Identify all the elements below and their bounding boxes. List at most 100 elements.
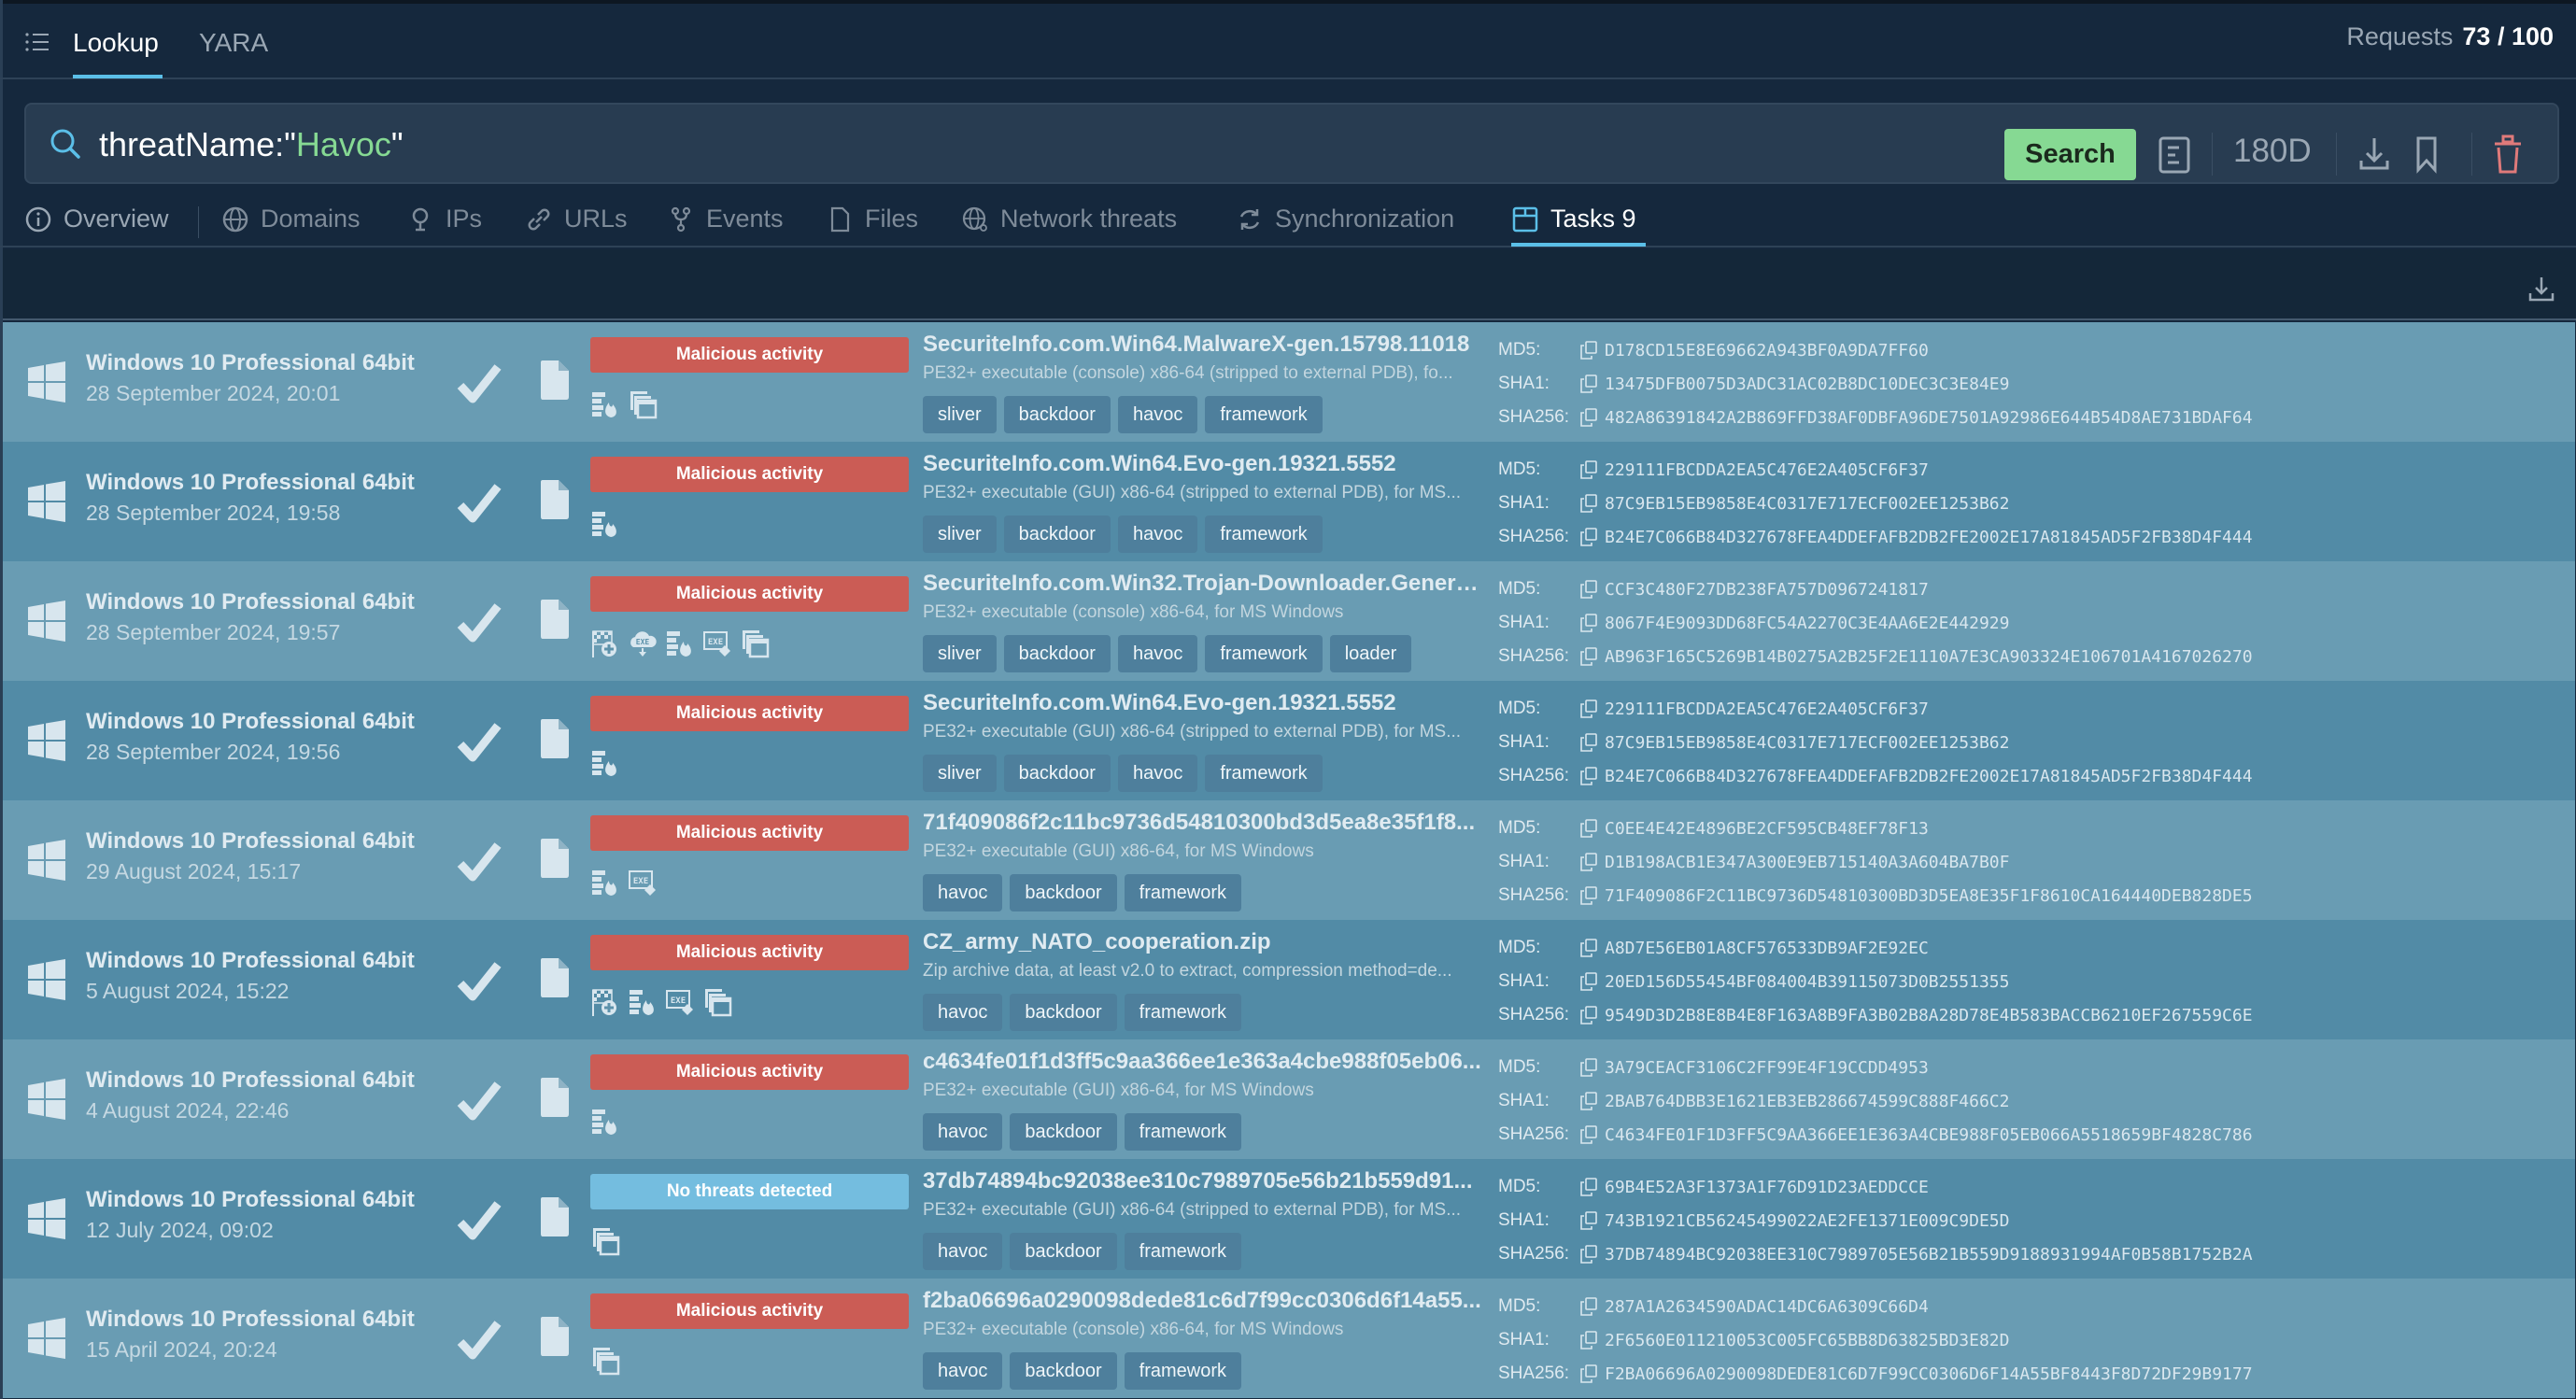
copy-icon[interactable] (1580, 1006, 1597, 1025)
task-row[interactable]: Windows 10 Professional 64bit 28 Septemb… (3, 442, 2575, 561)
copy-icon[interactable] (1580, 1297, 1597, 1316)
hash-value[interactable]: 3A79CEACF3106C2FF99E4F19CCDD4953 (1605, 1058, 1929, 1078)
copy-icon[interactable] (1580, 647, 1597, 666)
file-name[interactable]: c4634fe01f1d3ff5c9aa366ee1e363a4cbe988f0… (923, 1049, 1483, 1075)
task-row[interactable]: Windows 10 Professional 64bit 29 August … (3, 800, 2575, 920)
tag[interactable]: sliver (923, 635, 997, 672)
search-button[interactable]: Search (2004, 129, 2136, 180)
tag[interactable]: havoc (923, 1352, 1003, 1390)
tab-synchronization[interactable]: Synchronization (1236, 205, 1454, 233)
tag[interactable]: backdoor (1010, 874, 1117, 911)
hash-value[interactable]: 482A86391842A2B869FFD38AF0DBFA96DE7501A9… (1605, 408, 2253, 428)
copy-icon[interactable] (1580, 1125, 1597, 1144)
copy-icon[interactable] (1580, 1211, 1597, 1230)
copy-icon[interactable] (1580, 733, 1597, 752)
tag[interactable]: sliver (923, 755, 997, 792)
tab-urls[interactable]: URLs (525, 205, 628, 233)
tag[interactable]: loader (1329, 635, 1412, 672)
hash-value[interactable]: 71F409086F2C11BC9736D54810300BD3D5EA8E35… (1605, 886, 2253, 906)
tab-tasks[interactable]: Tasks 9 (1511, 205, 1636, 233)
tag[interactable]: backdoor (1010, 1352, 1117, 1390)
tag[interactable]: framework (1124, 994, 1242, 1031)
hash-value[interactable]: 9549D3D2B8E8B4E8F163A8B9FA3B02B8A28D78E4… (1605, 1006, 2253, 1025)
tab-ips[interactable]: IPs (406, 205, 482, 233)
hash-value[interactable]: 87C9EB15EB9858E4C0317E717ECF002EE1253B62 (1605, 733, 2009, 753)
copy-icon[interactable] (1580, 528, 1597, 546)
copy-icon[interactable] (1580, 1092, 1597, 1110)
copy-icon[interactable] (1580, 939, 1597, 957)
tag[interactable]: sliver (923, 396, 997, 433)
tab-network-threats[interactable]: Network threats (961, 205, 1177, 233)
period-selector[interactable]: 180D (2233, 133, 2312, 170)
task-row[interactable]: Windows 10 Professional 64bit 5 August 2… (3, 920, 2575, 1039)
copy-icon[interactable] (1580, 374, 1597, 393)
hash-value[interactable]: B24E7C066B84D327678FEA4DDEFAFB2DB2FE2002… (1605, 767, 2253, 786)
hash-value[interactable]: CCF3C480F27DB238FA757D0967241817 (1605, 580, 1929, 600)
bookmark-icon[interactable] (2413, 131, 2441, 177)
tag[interactable]: framework (1205, 635, 1323, 672)
tab-overview[interactable]: Overview (24, 205, 169, 233)
copy-icon[interactable] (1580, 494, 1597, 513)
copy-icon[interactable] (1580, 460, 1597, 479)
file-name[interactable]: CZ_army_NATO_cooperation.zip (923, 929, 1483, 955)
file-name[interactable]: 37db74894bc92038ee310c7989705e56b21b559d… (923, 1168, 1483, 1194)
menu-list-icon[interactable] (25, 32, 50, 52)
hash-value[interactable]: D1B198ACB1E347A300E9EB715140A3A604BA7B0F (1605, 853, 2009, 872)
hash-value[interactable]: B24E7C066B84D327678FEA4DDEFAFB2DB2FE2002… (1605, 528, 2253, 547)
tag[interactable]: framework (1124, 1233, 1242, 1270)
copy-icon[interactable] (1580, 408, 1597, 427)
hash-value[interactable]: 229111FBCDDA2EA5C476E2A405CF6F37 (1605, 460, 1929, 480)
hash-value[interactable]: 69B4E52A3F1373A1F76D91D23AEDDCCE (1605, 1178, 1929, 1197)
task-row[interactable]: Windows 10 Professional 64bit 12 July 20… (3, 1159, 2575, 1279)
copy-icon[interactable] (1580, 1364, 1597, 1383)
task-row[interactable]: Windows 10 Professional 64bit 4 August 2… (3, 1039, 2575, 1159)
copy-icon[interactable] (1580, 767, 1597, 785)
file-name[interactable]: SecuriteInfo.com.Win64.Evo-gen.19321.555… (923, 451, 1483, 477)
tag[interactable]: havoc (923, 874, 1003, 911)
copy-icon[interactable] (1580, 614, 1597, 632)
file-name[interactable]: SecuriteInfo.com.Win32.Trojan-Downloader… (923, 571, 1483, 597)
copy-icon[interactable] (1580, 1058, 1597, 1077)
search-input[interactable]: threatName:"Havoc" (99, 125, 403, 164)
copy-icon[interactable] (1580, 1178, 1597, 1196)
tab-domains[interactable]: Domains (221, 205, 361, 233)
tab-events[interactable]: Events (667, 205, 784, 233)
tab-yara[interactable]: YARA (199, 28, 268, 58)
tab-lookup[interactable]: Lookup (73, 28, 159, 58)
hash-value[interactable]: 287A1A2634590ADAC14DC6A6309C66D4 (1605, 1297, 1929, 1317)
hash-value[interactable]: C0EE4E42E4896BE2CF595CB48EF78F13 (1605, 819, 1929, 839)
task-row[interactable]: Windows 10 Professional 64bit 28 Septemb… (3, 681, 2575, 800)
tag[interactable]: havoc (1117, 755, 1198, 792)
hash-value[interactable]: D178CD15E8E69662A943BF0A9DA7FF60 (1605, 341, 1929, 360)
copy-icon[interactable] (1580, 700, 1597, 718)
hash-value[interactable]: 2BAB764DBB3E1621EB3EB286674599C888F466C2 (1605, 1092, 2009, 1111)
hash-value[interactable]: 8067F4E9093DD68FC54A2270C3E4AA6E2E442929 (1605, 614, 2009, 633)
hash-value[interactable]: 20ED156D55454BF084004B39115073D0B2551355 (1605, 972, 2009, 992)
hash-value[interactable]: 743B1921CB56245499022AE2FE1371E009C9DE5D (1605, 1211, 2009, 1231)
tag[interactable]: framework (1124, 1113, 1242, 1151)
tag[interactable]: havoc (923, 1113, 1003, 1151)
tag[interactable]: havoc (923, 994, 1003, 1031)
file-name[interactable]: SecuriteInfo.com.Win64.Evo-gen.19321.555… (923, 690, 1483, 716)
tag[interactable]: backdoor (1003, 635, 1111, 672)
hash-value[interactable]: C4634FE01F1D3FF5C9AA366EE1E363A4CBE988F0… (1605, 1125, 2253, 1145)
file-name[interactable]: 71f409086f2c11bc9736d54810300bd3d5ea8e35… (923, 810, 1483, 836)
copy-icon[interactable] (1580, 853, 1597, 871)
tag[interactable]: havoc (1117, 635, 1198, 672)
tag[interactable]: framework (1124, 1352, 1242, 1390)
tag[interactable]: backdoor (1010, 994, 1117, 1031)
tab-files[interactable]: Files (826, 205, 918, 233)
copy-icon[interactable] (1580, 1331, 1597, 1350)
hash-value[interactable]: AB963F165C5269B14B0275A2B25F2E1110A7E3CA… (1605, 647, 2253, 667)
tag[interactable]: backdoor (1003, 516, 1111, 553)
hash-value[interactable]: 13475DFB0075D3ADC31AC02B8DC10DEC3C3E84E9 (1605, 374, 2009, 394)
tag[interactable]: framework (1205, 516, 1323, 553)
file-name[interactable]: SecuriteInfo.com.Win64.MalwareX-gen.1579… (923, 332, 1483, 358)
tag[interactable]: havoc (1117, 516, 1198, 553)
hash-value[interactable]: A8D7E56EB01A8CF576533DB9AF2E92EC (1605, 939, 1929, 958)
tag[interactable]: framework (1124, 874, 1242, 911)
task-row[interactable]: Windows 10 Professional 64bit 15 April 2… (3, 1279, 2575, 1398)
tag[interactable]: havoc (1117, 396, 1198, 433)
hash-value[interactable]: 229111FBCDDA2EA5C476E2A405CF6F37 (1605, 700, 1929, 719)
copy-icon[interactable] (1580, 972, 1597, 991)
